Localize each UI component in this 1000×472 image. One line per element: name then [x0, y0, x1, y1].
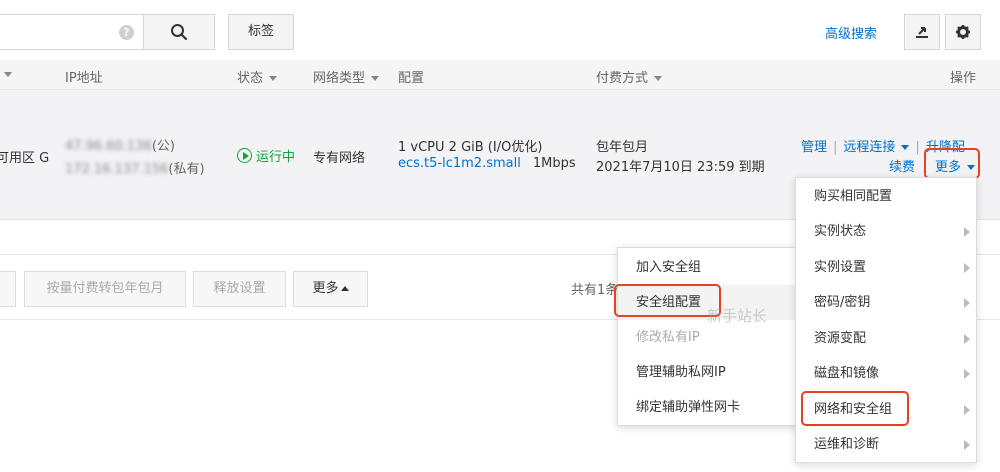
- export-button[interactable]: [904, 14, 940, 50]
- chevron-right-icon: [964, 263, 970, 273]
- resource-change-item[interactable]: 资源变配: [796, 321, 976, 356]
- remote-connect-link[interactable]: 远程连接: [843, 140, 910, 155]
- chevron-right-icon: [964, 405, 970, 415]
- gear-icon: [956, 25, 970, 39]
- private-ip: 172.16.137.156(私有): [65, 162, 205, 177]
- export-icon: [916, 27, 928, 38]
- ops-diagnosis-item[interactable]: 运维和诊断: [796, 427, 976, 462]
- buy-same-config-item[interactable]: 购买相同配置: [796, 179, 976, 214]
- instance-status-item[interactable]: 实例状态: [796, 214, 976, 249]
- column-billing[interactable]: 付费方式: [596, 67, 663, 86]
- manage-secondary-ip-item[interactable]: 管理辅助私网IP: [618, 355, 798, 390]
- column-actions: 操作: [950, 71, 977, 86]
- column-filter[interactable]: [0, 67, 12, 82]
- search-button[interactable]: [143, 14, 215, 50]
- status-badge: 运行中: [237, 146, 295, 165]
- help-icon[interactable]: ?: [119, 25, 134, 40]
- zone-cell: 可用区 G: [0, 151, 50, 166]
- column-config: 配置: [398, 71, 425, 86]
- password-key-item[interactable]: 密码/密钥: [796, 285, 976, 320]
- expiry-date: 2021年7月10日 23:59 到期: [596, 160, 765, 175]
- search-input[interactable]: ?: [0, 14, 144, 50]
- config-spec: 1 vCPU 2 GiB (I/O优化): [398, 140, 543, 155]
- column-network[interactable]: 网络类型: [313, 67, 380, 86]
- column-status[interactable]: 状态: [237, 67, 278, 86]
- public-ip: 47.96.60.136(公): [65, 139, 175, 154]
- more-actions-button[interactable]: 更多: [924, 148, 980, 179]
- chevron-right-icon: [964, 334, 970, 344]
- join-security-group-item[interactable]: 加入安全组: [618, 250, 798, 285]
- billing-type: 包年包月: [596, 140, 649, 155]
- watermark: 新手站长: [707, 307, 768, 325]
- chevron-right-icon: [964, 227, 970, 237]
- running-icon: [237, 148, 252, 163]
- network-security-highlight: [801, 391, 909, 426]
- network-type: 专有网络: [313, 151, 366, 166]
- instance-spec: ecs.t5-lc1m2.small 1Mbps: [398, 156, 576, 171]
- disk-image-item[interactable]: 磁盘和镜像: [796, 356, 976, 391]
- column-ip: IP地址: [65, 71, 103, 86]
- instance-type-link[interactable]: ecs.t5-lc1m2.small: [398, 156, 521, 171]
- batch-more-button[interactable]: 更多: [293, 271, 368, 307]
- manage-link[interactable]: 管理: [801, 140, 827, 155]
- chevron-right-icon: [964, 369, 970, 379]
- network-security-submenu: 加入安全组 安全组配置 修改私有IP 管理辅助私网IP 绑定辅助弹性网卡: [617, 247, 799, 426]
- advanced-search-link[interactable]: 高级搜索: [825, 23, 877, 42]
- instance-settings-item[interactable]: 实例设置: [796, 250, 976, 285]
- table-header: IP地址 状态 网络类型 配置 付费方式 操作: [0, 60, 1000, 90]
- security-group-config-highlight: [614, 284, 721, 317]
- renew-link[interactable]: 续费: [889, 156, 915, 175]
- settings-button[interactable]: [945, 14, 981, 50]
- batch-button[interactable]: [0, 271, 16, 307]
- convert-billing-button[interactable]: 按量付费转包年包月: [24, 271, 186, 307]
- bind-secondary-eni-item[interactable]: 绑定辅助弹性网卡: [618, 390, 798, 425]
- total-count: 共有1条: [571, 283, 619, 298]
- search-icon: [171, 24, 188, 41]
- release-settings-button[interactable]: 释放设置: [193, 271, 286, 307]
- chevron-right-icon: [964, 440, 970, 450]
- chevron-right-icon: [964, 298, 970, 308]
- tag-button[interactable]: 标签: [228, 14, 294, 50]
